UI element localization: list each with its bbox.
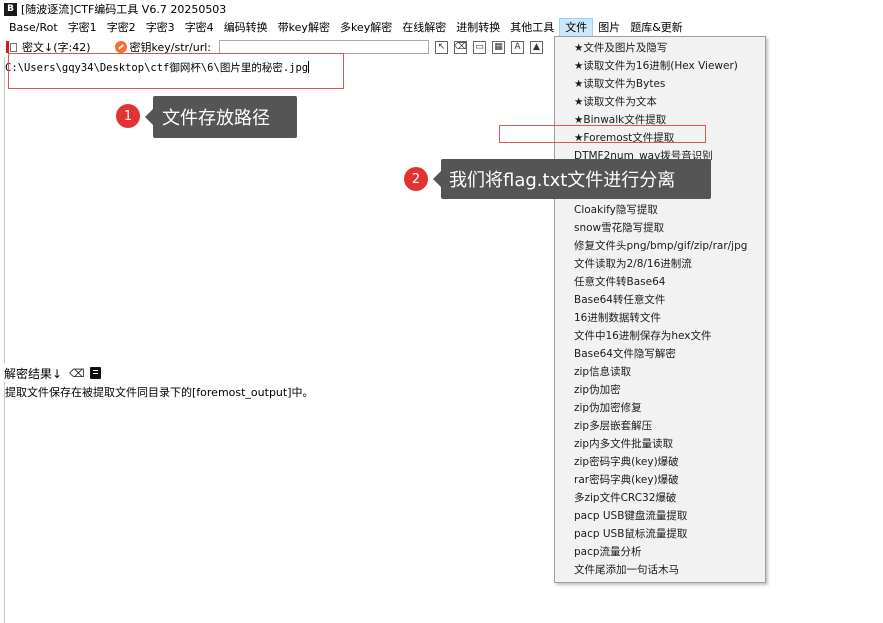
file-menu-item[interactable]: 文件读取为2/8/16进制流 [555, 255, 765, 273]
menu-zimi-1[interactable]: 字密1 [63, 18, 102, 37]
menu-base-rot[interactable]: Base/Rot [4, 18, 63, 37]
menu-base-convert[interactable]: 进制转换 [451, 18, 505, 37]
menu-zimi-3[interactable]: 字密3 [141, 18, 180, 37]
file-menu-item[interactable]: 多zip文件CRC32爆破 [555, 489, 765, 507]
file-menu-item[interactable]: ★文件及图片及隐写 [555, 39, 765, 57]
key-input[interactable] [219, 40, 430, 54]
menu-multi-key-decrypt[interactable]: 多key解密 [335, 18, 397, 37]
result-title: 解密结果↓ [4, 366, 63, 381]
font-icon[interactable]: A [511, 40, 525, 54]
step-badge-2: 2 [404, 167, 428, 191]
cursor-select-icon[interactable]: ↖ [435, 40, 449, 54]
menu-library-update[interactable]: 题库&更新 [625, 18, 688, 37]
title-bar: B [随波逐流]CTF编码工具 V6.7 20250503 [0, 0, 883, 18]
file-menu-item[interactable]: zip伪加密修复 [555, 399, 765, 417]
file-menu-item[interactable]: pacp USB键盘流量提取 [555, 507, 765, 525]
file-menu-item[interactable]: 修复文件头png/bmp/gif/zip/rar/jpg [555, 237, 765, 255]
file-menu-item[interactable]: pacp流量分析 [555, 543, 765, 561]
file-menu-item[interactable]: 文件尾添加一句话木马 [555, 561, 765, 579]
app-logo-icon: B [4, 2, 17, 16]
menu-encoding-convert[interactable]: 编码转换 [219, 18, 273, 37]
file-menu-item[interactable]: Cloakify隐写提取 [555, 201, 765, 219]
menu-key-decrypt[interactable]: 带key解密 [273, 18, 335, 37]
window-title: [随波逐流]CTF编码工具 V6.7 20250503 [21, 3, 227, 16]
menu-file[interactable]: 文件 [559, 18, 594, 37]
menu-zimi-4[interactable]: 字密4 [180, 18, 219, 37]
menu-bar: Base/Rot 字密1 字密2 字密3 字密4 编码转换 带key解密 多ke… [0, 18, 883, 37]
copy-icon[interactable] [89, 367, 101, 379]
file-menu-dropdown: ★文件及图片及隐写 ★读取文件为16进制(Hex Viewer) ★读取文件为B… [554, 36, 766, 583]
foremost-highlight-box [499, 125, 706, 143]
trash-icon[interactable]: ⌫ [69, 368, 85, 379]
file-menu-item[interactable]: ★读取文件为Bytes [555, 75, 765, 93]
file-menu-item[interactable]: 任意文件转Base64 [555, 273, 765, 291]
file-menu-item[interactable]: zip密码字典(key)爆破 [555, 453, 765, 471]
grid-icon[interactable]: ▦ [492, 40, 506, 54]
path-highlight-box [8, 53, 344, 89]
callout-separate-flag: 我们将flag.txt文件进行分离 [433, 159, 711, 199]
menu-image[interactable]: 图片 [593, 18, 625, 37]
file-menu-item[interactable]: pacp USB鼠标流量提取 [555, 525, 765, 543]
file-menu-item[interactable]: ★读取文件为16进制(Hex Viewer) [555, 57, 765, 75]
file-menu-item[interactable]: zip信息读取 [555, 363, 765, 381]
menu-other-tools[interactable]: 其他工具 [505, 18, 559, 37]
file-menu-item[interactable]: Base64文件隐写解密 [555, 345, 765, 363]
key-icon [114, 41, 127, 53]
menu-online-decrypt[interactable]: 在线解密 [397, 18, 451, 37]
window-icon[interactable]: ▭ [473, 40, 487, 54]
file-menu-item[interactable]: zip多层嵌套解压 [555, 417, 765, 435]
menu-zimi-2[interactable]: 字密2 [102, 18, 141, 37]
file-menu-item[interactable]: rar密码字典(key)爆破 [555, 471, 765, 489]
lock-icon[interactable]: ▲ [530, 40, 544, 54]
callout-file-path: 文件存放路径 [145, 96, 297, 138]
trash-icon[interactable]: ⌫ [454, 40, 468, 54]
file-menu-item[interactable]: zip伪加密 [555, 381, 765, 399]
file-menu-item[interactable]: snow雪花隐写提取 [555, 219, 765, 237]
result-text: 提取文件保存在被提取文件同目录下的[foremost_output]中。 [5, 386, 314, 399]
cipher-file-icon[interactable] [6, 41, 17, 53]
step-badge-1: 1 [116, 104, 140, 128]
file-menu-item[interactable]: Base64转任意文件 [555, 291, 765, 309]
file-menu-item[interactable]: ★读取文件为文本 [555, 93, 765, 111]
file-menu-item[interactable]: zip内多文件批量读取 [555, 435, 765, 453]
file-menu-item[interactable]: 16进制数据转文件 [555, 309, 765, 327]
file-menu-item[interactable]: 文件中16进制保存为hex文件 [555, 327, 765, 345]
